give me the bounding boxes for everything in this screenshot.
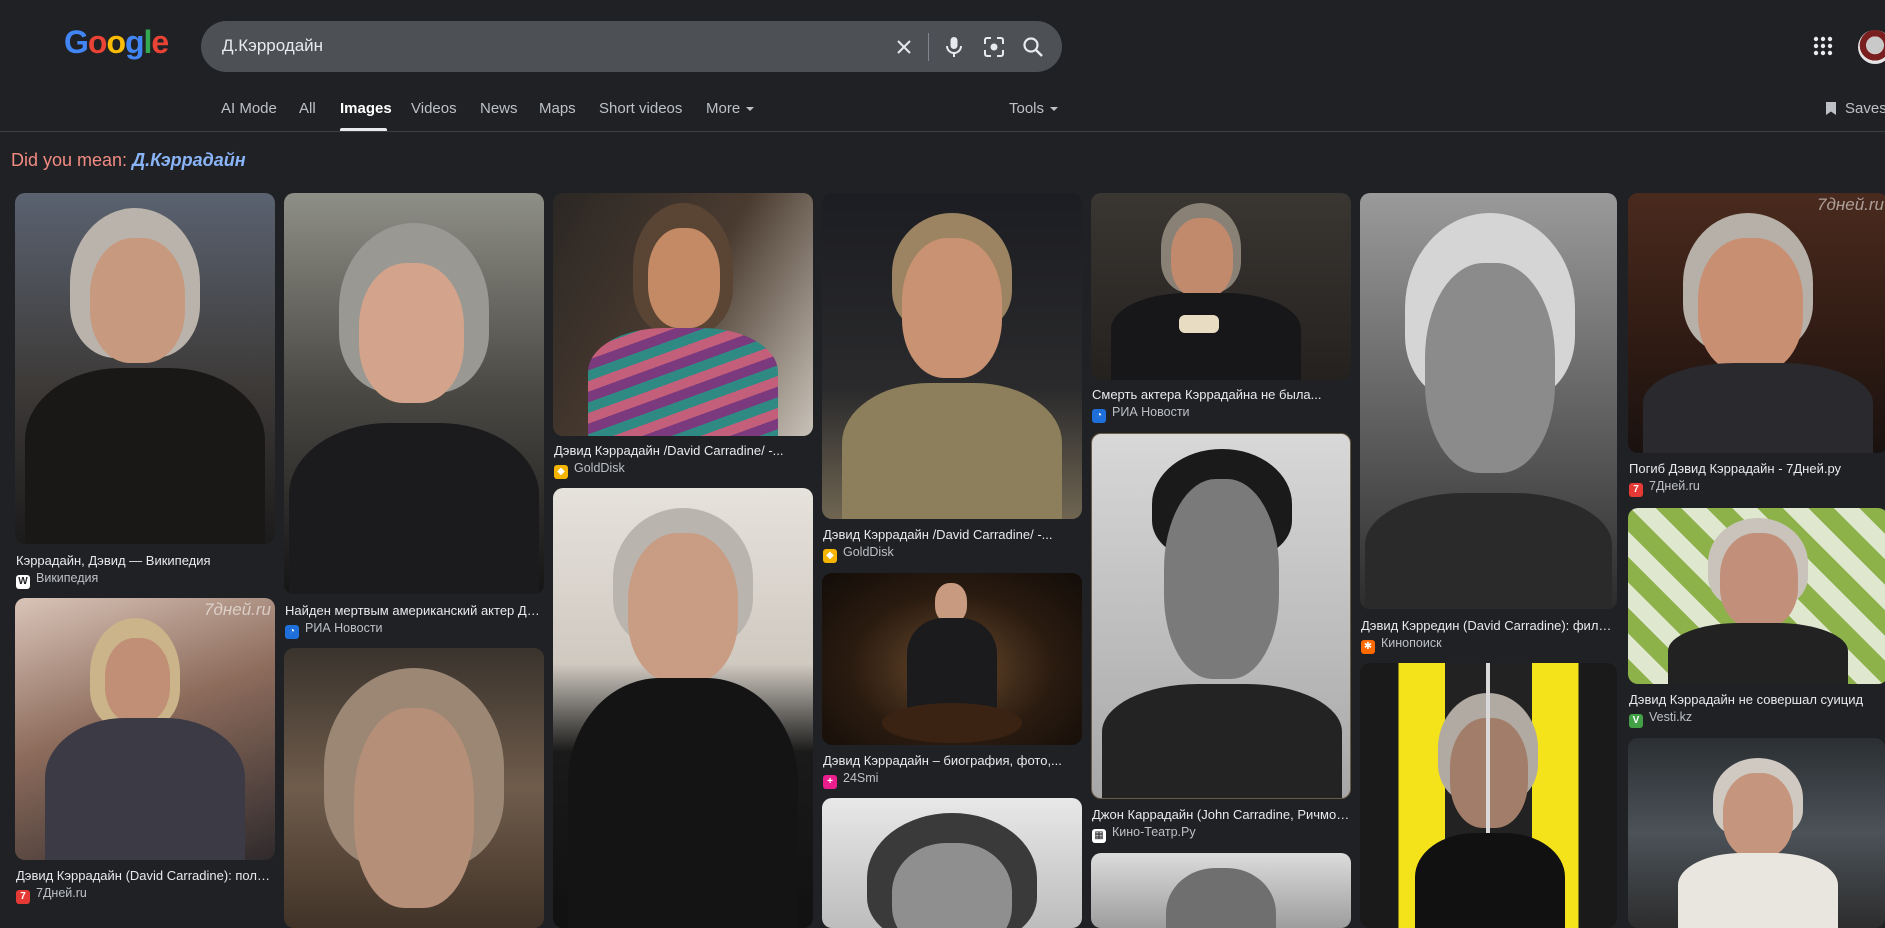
result-source-label: 24Smi <box>843 771 879 785</box>
result-source-label: Кинопоиск <box>1381 636 1442 650</box>
result-title[interactable]: Найден мертвым американский актер Дэви..… <box>285 603 543 618</box>
result-title[interactable]: Дэвид Кэррадайн /David Carradine/ -... <box>823 527 1081 542</box>
result-thumbnail[interactable] <box>1360 193 1617 609</box>
7days-icon: 7 <box>1629 483 1643 497</box>
vesti-icon: V <box>1629 714 1643 728</box>
result-thumbnail[interactable] <box>1091 193 1351 380</box>
result-source-label: РИА Новости <box>1112 405 1190 419</box>
result-thumbnail[interactable] <box>1628 508 1885 684</box>
result-source[interactable]: ◆ GoldDisk <box>554 461 625 479</box>
7days-icon: 7 <box>16 890 30 904</box>
result-source[interactable]: V Vesti.kz <box>1629 710 1692 728</box>
result-source[interactable]: ▦ Кино-Театр.Ру <box>1092 825 1196 843</box>
result-title[interactable]: Погиб Дэвид Кэррадайн - 7Дней.ру <box>1629 461 1885 476</box>
result-thumbnail[interactable] <box>1091 433 1351 799</box>
result-source-label: Википедия <box>36 571 99 585</box>
result-thumbnail[interactable] <box>553 193 813 436</box>
result-thumbnail[interactable] <box>284 193 544 594</box>
result-source-label: 7Дней.ru <box>36 886 87 900</box>
result-source[interactable]: ◔ РИА Новости <box>1092 405 1190 423</box>
result-source[interactable]: ✱ Кинопоиск <box>1361 636 1442 654</box>
result-source-label: 7Дней.ru <box>1649 479 1700 493</box>
result-source[interactable]: ◔ РИА Новости <box>285 621 383 639</box>
result-thumbnail[interactable] <box>284 648 544 928</box>
result-thumbnail[interactable] <box>15 193 275 544</box>
result-source-label: РИА Новости <box>305 621 383 635</box>
result-thumbnail[interactable]: 7дней.ru <box>15 598 275 860</box>
result-thumbnail[interactable] <box>1360 663 1617 928</box>
result-source-label: GoldDisk <box>574 461 625 475</box>
result-thumbnail[interactable]: 7дней.ru <box>1628 193 1885 453</box>
result-title[interactable]: Дэвид Кэррадайн – биография, фото,... <box>823 753 1081 768</box>
result-thumbnail[interactable] <box>1628 738 1885 928</box>
result-source-label: Vesti.kz <box>1649 710 1693 724</box>
result-thumbnail[interactable] <box>822 193 1082 519</box>
wikipedia-icon: W <box>16 575 30 589</box>
result-source[interactable]: 7 7Дней.ru <box>16 886 87 904</box>
result-source-label: Кино-Театр.Ру <box>1112 825 1196 839</box>
result-title[interactable]: Джон Каррадайн (John Carradine, Ричмон..… <box>1092 807 1350 822</box>
result-thumbnail[interactable] <box>822 798 1082 928</box>
result-thumbnail[interactable] <box>553 488 813 928</box>
result-title[interactable]: Кэррадайн, Дэвид — Википедия <box>16 553 274 568</box>
result-source[interactable]: +24Smi <box>823 771 878 789</box>
golddisk-icon: ◆ <box>554 465 568 479</box>
result-title[interactable]: Дэвид Кэррадайн (David Carradine): полна… <box>16 868 274 883</box>
kinoteatr-icon: ▦ <box>1092 829 1106 843</box>
watermark: 7дней.ru <box>1817 195 1884 214</box>
result-title[interactable]: Дэвид Кэррадайн не совершал суицид <box>1629 692 1885 707</box>
result-title[interactable]: Дэвид Кэррадайн /David Carradine/ -... <box>554 443 812 458</box>
watermark: 7дней.ru <box>204 600 271 619</box>
result-thumbnail[interactable] <box>1091 853 1351 928</box>
result-source[interactable]: W Википедия <box>16 571 98 589</box>
24smi-icon: + <box>823 775 837 789</box>
kinopoisk-icon: ✱ <box>1361 640 1375 654</box>
result-title[interactable]: Смерть актера Кэррадайна не была... <box>1092 387 1350 402</box>
result-source[interactable]: 7 7Дней.ru <box>1629 479 1700 497</box>
golddisk-icon: ◆ <box>823 549 837 563</box>
result-thumbnail[interactable] <box>822 573 1082 745</box>
result-source[interactable]: ◆ GoldDisk <box>823 545 894 563</box>
ria-icon: ◔ <box>285 625 299 639</box>
result-title[interactable]: Дэвид Кэрредин (David Carradine): фильм.… <box>1361 618 1616 633</box>
result-source-label: GoldDisk <box>843 545 894 559</box>
image-results-grid: Кэррадайн, Дэвид — Википедия W Википедия … <box>0 0 1885 928</box>
ria-icon: ◔ <box>1092 409 1106 423</box>
